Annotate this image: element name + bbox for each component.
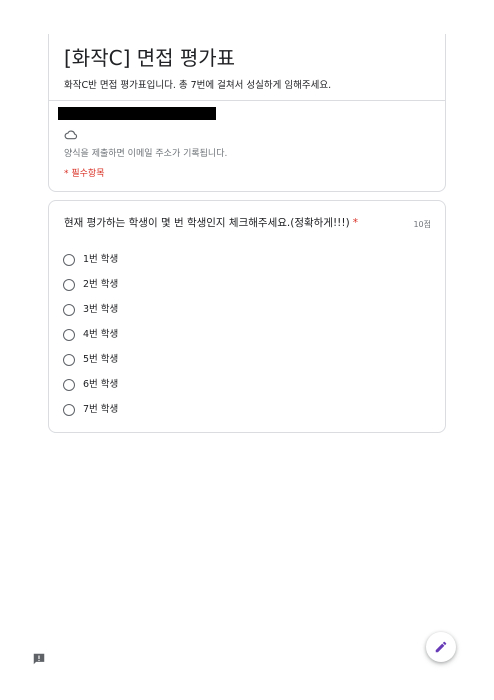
radio-button[interactable] bbox=[63, 403, 75, 416]
form-header-card: [화작C] 면접 평가표 화작C반 면접 평가표입니다. 총 7번에 걸쳐서 성… bbox=[48, 34, 446, 192]
radio-button[interactable] bbox=[63, 278, 75, 291]
option-student-4[interactable]: 4번 학생 bbox=[63, 322, 118, 347]
radio-button[interactable] bbox=[63, 378, 75, 391]
email-record-note: 양식을 제출하면 이메일 주소가 기록됩니다. bbox=[64, 149, 228, 159]
radio-button[interactable] bbox=[63, 253, 75, 266]
option-student-2[interactable]: 2번 학생 bbox=[63, 272, 118, 297]
option-student-6[interactable]: 6번 학생 bbox=[63, 372, 118, 397]
option-label: 7번 학생 bbox=[83, 404, 119, 415]
option-student-5[interactable]: 5번 학생 bbox=[63, 347, 118, 372]
report-icon[interactable] bbox=[32, 652, 46, 666]
option-student-3[interactable]: 3번 학생 bbox=[63, 297, 118, 322]
option-student-1[interactable]: 1번 학생 bbox=[63, 247, 118, 272]
option-label: 5번 학생 bbox=[83, 354, 119, 365]
required-note: * 필수항목 bbox=[64, 169, 105, 179]
redacted-account bbox=[58, 107, 216, 120]
question-title: 현재 평가하는 학생이 몇 번 학생인지 체크해주세요.(정확하게!!!) * bbox=[64, 216, 358, 231]
form-title: [화작C] 면접 평가표 bbox=[64, 46, 236, 70]
radio-button[interactable] bbox=[63, 353, 75, 366]
option-list: 1번 학생 2번 학생 3번 학생 4번 학생 5번 학생 6번 학생 7번 학… bbox=[63, 247, 118, 422]
required-star: * bbox=[352, 217, 358, 229]
form-page: [화작C] 면접 평가표 화작C반 면접 평가표입니다. 총 7번에 걸쳐서 성… bbox=[0, 0, 494, 700]
edit-button[interactable] bbox=[426, 632, 456, 662]
option-label: 2번 학생 bbox=[83, 279, 119, 290]
option-label: 6번 학생 bbox=[83, 379, 119, 390]
option-label: 1번 학생 bbox=[83, 254, 119, 265]
form-description: 화작C반 면접 평가표입니다. 총 7번에 걸쳐서 성실하게 임해주세요. bbox=[64, 80, 332, 91]
question-card: 현재 평가하는 학생이 몇 번 학생인지 체크해주세요.(정확하게!!!) * 1… bbox=[48, 200, 446, 433]
edit-icon bbox=[435, 641, 447, 653]
option-label: 3번 학생 bbox=[83, 304, 119, 315]
header-divider bbox=[49, 100, 445, 101]
question-title-text: 현재 평가하는 학생이 몇 번 학생인지 체크해주세요.(정확하게!!!) bbox=[64, 217, 350, 229]
radio-button[interactable] bbox=[63, 328, 75, 341]
radio-button[interactable] bbox=[63, 303, 75, 316]
option-label: 4번 학생 bbox=[83, 329, 119, 340]
cloud-off-icon bbox=[64, 130, 78, 140]
question-points: 10점 bbox=[413, 220, 431, 229]
option-student-7[interactable]: 7번 학생 bbox=[63, 397, 118, 422]
